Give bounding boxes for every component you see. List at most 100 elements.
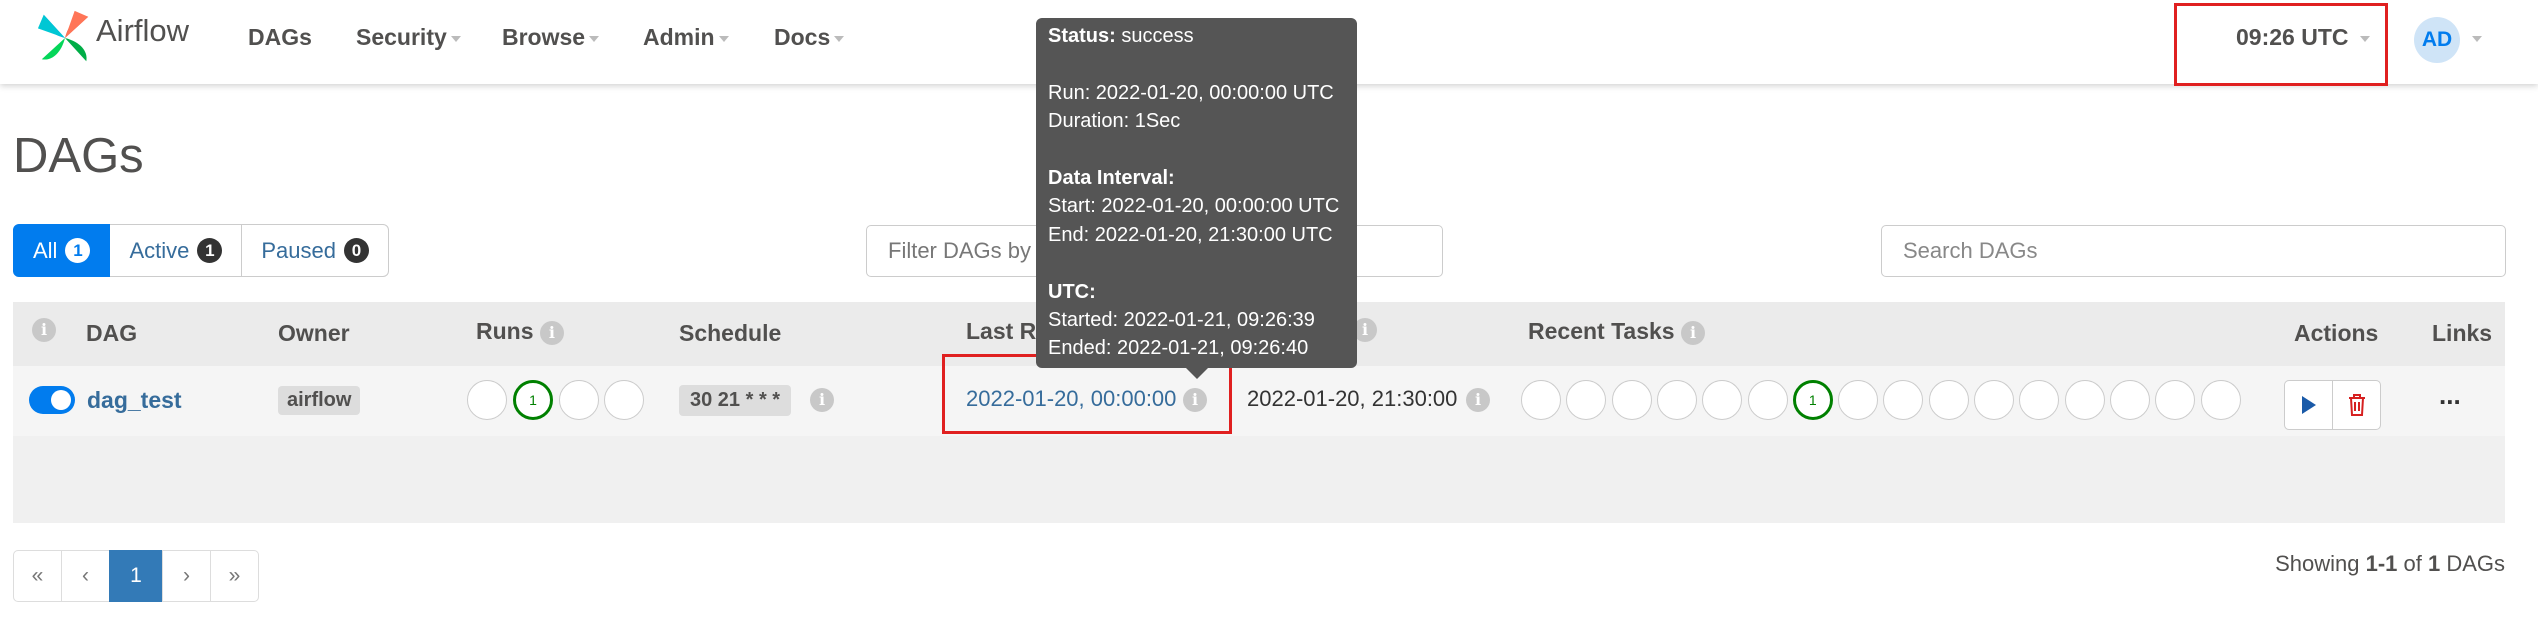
page-last-button[interactable]: » (210, 550, 259, 602)
links-menu-button[interactable]: ... (2439, 380, 2461, 411)
showing-prefix: Showing (2275, 551, 2366, 576)
dag-pause-toggle[interactable] (29, 386, 75, 414)
chevron-down-icon (589, 35, 600, 42)
tooltip-ended: Ended: 2022-01-21, 09:26:40 (1048, 337, 1309, 360)
page-prev-button[interactable]: ‹ (61, 550, 110, 602)
current-time: 09:26 UTC (2236, 24, 2349, 50)
next-run-value: 2022-01-20, 21:30:00 (1247, 386, 1458, 411)
showing-total: 1 (2427, 551, 2441, 576)
dag-id-link[interactable]: dag_test (87, 387, 182, 414)
tooltip-started: Started: 2022-01-21, 09:26:39 (1048, 308, 1315, 331)
filter-active-label: Active (129, 237, 190, 263)
runs-running-circle[interactable] (559, 380, 599, 420)
delete-dag-button[interactable] (2332, 380, 2381, 430)
recent-task-circle[interactable] (1611, 380, 1652, 420)
user-avatar[interactable]: AD (2414, 17, 2460, 63)
nav-admin[interactable]: Admin (643, 24, 729, 51)
filter-paused-count: 0 (344, 238, 369, 263)
nav-browse-label: Browse (502, 24, 586, 50)
recent-task-circle[interactable] (2019, 380, 2060, 420)
recent-task-circle[interactable] (1566, 380, 1607, 420)
chevron-down-icon (2360, 35, 2371, 42)
runs-success-count: 1 (529, 392, 537, 408)
info-icon[interactable]: i (539, 320, 564, 345)
page-title: DAGs (13, 129, 144, 183)
runs-queued-circle[interactable] (467, 380, 507, 420)
header-runs: Runs i (476, 318, 564, 345)
page-current-button[interactable]: 1 (109, 550, 163, 602)
page-first-button[interactable]: « (13, 550, 62, 602)
showing-count: Showing 1-1 of 1 DAGs (2275, 551, 2505, 577)
recent-task-circle[interactable] (1928, 380, 1969, 420)
header-runs-label: Runs (476, 318, 534, 344)
owner-tag[interactable]: airflow (278, 386, 361, 415)
runs-failed-circle[interactable] (604, 380, 644, 420)
info-icon[interactable]: i (32, 318, 56, 342)
filter-all-count: 1 (65, 238, 91, 263)
search-dags-input[interactable]: Search DAGs (1881, 225, 2506, 277)
nav-browse[interactable]: Browse (502, 24, 600, 51)
nav-dags[interactable]: DAGs (248, 24, 312, 51)
nav-admin-label: Admin (643, 24, 715, 50)
recent-task-circle[interactable] (1656, 380, 1697, 420)
chevron-down-icon (834, 35, 845, 42)
header-dag[interactable]: DAG (86, 320, 137, 347)
recent-task-circle[interactable] (1747, 380, 1788, 420)
table-row: dag_test airflow 1 30 21 * * * i 2022-01… (13, 354, 2505, 436)
airflow-pinwheel-icon (37, 10, 89, 62)
trigger-dag-button[interactable] (2284, 380, 2333, 430)
recent-task-circle[interactable] (2064, 380, 2105, 420)
showing-range: 1-1 (2365, 551, 2398, 576)
schedule-tag[interactable]: 30 21 * * * (679, 385, 792, 416)
search-dags-placeholder: Search DAGs (1903, 238, 2038, 263)
brand-home-link[interactable]: Airflow (36, 8, 196, 68)
recent-task-circle[interactable] (2109, 380, 2150, 420)
recent-task-circle[interactable] (2200, 380, 2241, 420)
showing-of: of (2397, 551, 2428, 576)
filter-paused-label: Paused (261, 237, 336, 263)
recent-task-circle[interactable] (1883, 380, 1924, 420)
nav-dags-label: DAGs (248, 24, 312, 50)
recent-task-success-count: 1 (1808, 392, 1817, 408)
nav-docs-label: Docs (774, 24, 831, 50)
header-recent-tasks: Recent Tasks i (1528, 318, 1705, 345)
recent-task-circle[interactable] (1521, 380, 1561, 420)
tooltip-start: Start: 2022-01-20, 00:00:00 UTC (1048, 195, 1340, 218)
tag-filter-placeholder: Filter DAGs by (888, 238, 1032, 263)
filter-active-count: 1 (197, 238, 223, 263)
filter-all-label: All (33, 237, 58, 263)
nav-security-label: Security (356, 24, 447, 50)
runs-success-circle[interactable]: 1 (513, 380, 553, 420)
recent-task-circle[interactable] (1838, 380, 1879, 420)
info-icon[interactable]: i (1466, 388, 1490, 412)
filter-active-button[interactable]: Active 1 (110, 224, 243, 277)
header-owner[interactable]: Owner (278, 320, 350, 347)
last-run-link[interactable]: 2022-01-20, 00:00:00 (966, 386, 1176, 412)
header-schedule[interactable]: Schedule (679, 320, 781, 347)
brand-name: Airflow (96, 13, 190, 48)
nav-docs[interactable]: Docs (774, 24, 845, 51)
tooltip-arrow (1186, 368, 1208, 379)
play-icon (2301, 396, 2316, 414)
chevron-down-icon (450, 35, 461, 42)
filter-paused-button[interactable]: Paused 0 (242, 224, 389, 277)
recent-task-circle[interactable] (2155, 380, 2196, 420)
chevron-down-icon (718, 35, 729, 42)
user-initials: AD (2421, 28, 2453, 51)
header-actions: Actions (2294, 320, 2379, 346)
tooltip-utc-label: UTC: (1048, 280, 1096, 303)
tooltip-status-label: Status: (1048, 25, 1116, 47)
info-icon[interactable]: i (810, 388, 834, 412)
nav-security[interactable]: Security (356, 24, 461, 51)
timezone-dropdown[interactable]: 09:26 UTC (2236, 24, 2371, 51)
recent-task-circle[interactable] (1974, 380, 2014, 420)
filter-all-button[interactable]: All 1 (13, 224, 111, 277)
recent-task-circle[interactable] (1702, 380, 1743, 420)
recent-task-success-circle[interactable]: 1 (1792, 380, 1833, 420)
info-icon[interactable]: i (1183, 388, 1207, 412)
tooltip-status-value: success (1115, 25, 1194, 47)
tooltip-end: End: 2022-01-20, 21:30:00 UTC (1048, 223, 1333, 246)
info-icon[interactable]: i (1680, 320, 1705, 345)
page-next-button[interactable]: › (162, 550, 211, 602)
status-filter-group: All 1 Active 1 Paused 0 (13, 224, 389, 277)
